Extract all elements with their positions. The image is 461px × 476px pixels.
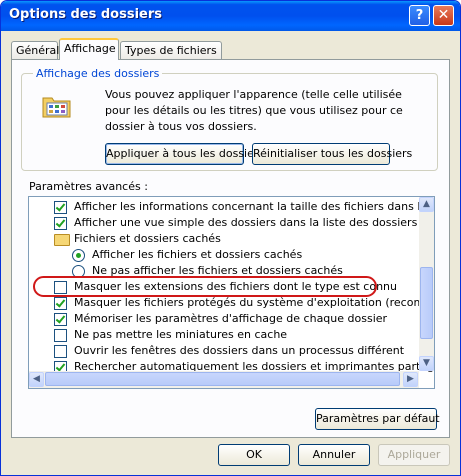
setting-label: Masquer les extensions des fichiers dont… [74, 280, 397, 293]
radio-icon[interactable] [72, 265, 85, 278]
checkbox-icon[interactable] [54, 345, 67, 358]
checkbox-icon[interactable] [54, 281, 67, 294]
help-button[interactable]: ? [409, 5, 430, 26]
checked-checkbox-icon[interactable] [54, 201, 67, 214]
checked-checkbox-icon[interactable] [54, 313, 67, 326]
scroll-up-icon[interactable]: ▲ [419, 197, 434, 212]
selected-radio-icon[interactable] [72, 249, 85, 262]
setting-label: Ne pas mettre les miniatures en cache [74, 328, 288, 341]
setting-label: Masquer les fichiers protégés du système… [74, 296, 435, 309]
ok-button[interactable]: OK [218, 444, 290, 466]
vertical-scrollbar[interactable]: ▲ ▼ [419, 197, 434, 371]
setting-label: Ne pas afficher les fichiers et dossiers… [92, 264, 343, 277]
folder-icon [54, 234, 70, 246]
close-button[interactable]: ✕ [433, 5, 454, 26]
title-bar[interactable]: Options des dossiers ? ✕ [1, 1, 460, 31]
setting-label: Fichiers et dossiers cachés [74, 232, 221, 245]
apply-button[interactable]: Appliquer [378, 444, 450, 466]
tab-general[interactable]: Général [11, 41, 59, 59]
tab-affichage[interactable]: Affichage [59, 38, 119, 60]
advanced-settings-list[interactable]: Afficher les informations concernant la … [28, 196, 435, 389]
folder-view-icon [42, 97, 71, 118]
restore-defaults-button[interactable]: Paramètres par défaut [315, 408, 440, 430]
scroll-right-icon[interactable]: ▶ [403, 372, 418, 387]
setting-label: Afficher une vue simple des dossiers dan… [74, 216, 434, 229]
vertical-scroll-thumb[interactable] [420, 267, 433, 339]
window-title: Options des dossiers [9, 7, 162, 22]
folder-view-title: Affichage des dossiers [33, 67, 163, 80]
horizontal-scroll-thumb[interactable] [45, 372, 400, 386]
checked-checkbox-icon[interactable] [54, 297, 67, 310]
checked-checkbox-icon[interactable] [54, 217, 67, 230]
folder-view-description: Vous pouvez appliquer l'apparence (telle… [105, 88, 403, 133]
setting-label: Mémoriser les paramètres d'affichage de … [74, 312, 388, 325]
setting-label: Ouvrir les fenêtres des dossiers dans un… [74, 344, 405, 357]
reset-all-folders-button[interactable]: Réinitialiser tous les dossiers [252, 143, 412, 165]
setting-label: Afficher les fichiers et dossiers cachés [92, 248, 303, 261]
setting-label: Afficher les informations concernant la … [74, 200, 434, 213]
cancel-button[interactable]: Annuler [298, 444, 370, 466]
checkbox-icon[interactable] [54, 329, 67, 342]
scroll-left-icon[interactable]: ◀ [29, 372, 44, 387]
scroll-down-icon[interactable]: ▼ [419, 356, 434, 371]
folder-options-dialog: Options des dossiers ? ✕ Général Afficha… [0, 0, 461, 476]
tab-types-de-fichiers[interactable]: Types de fichiers [120, 41, 222, 59]
advanced-settings-label: Paramètres avancés : [29, 180, 148, 193]
horizontal-scrollbar[interactable]: ◀ ▶ [29, 371, 419, 388]
apply-to-all-folders-button[interactable]: Appliquer à tous les dossiers [105, 143, 264, 165]
